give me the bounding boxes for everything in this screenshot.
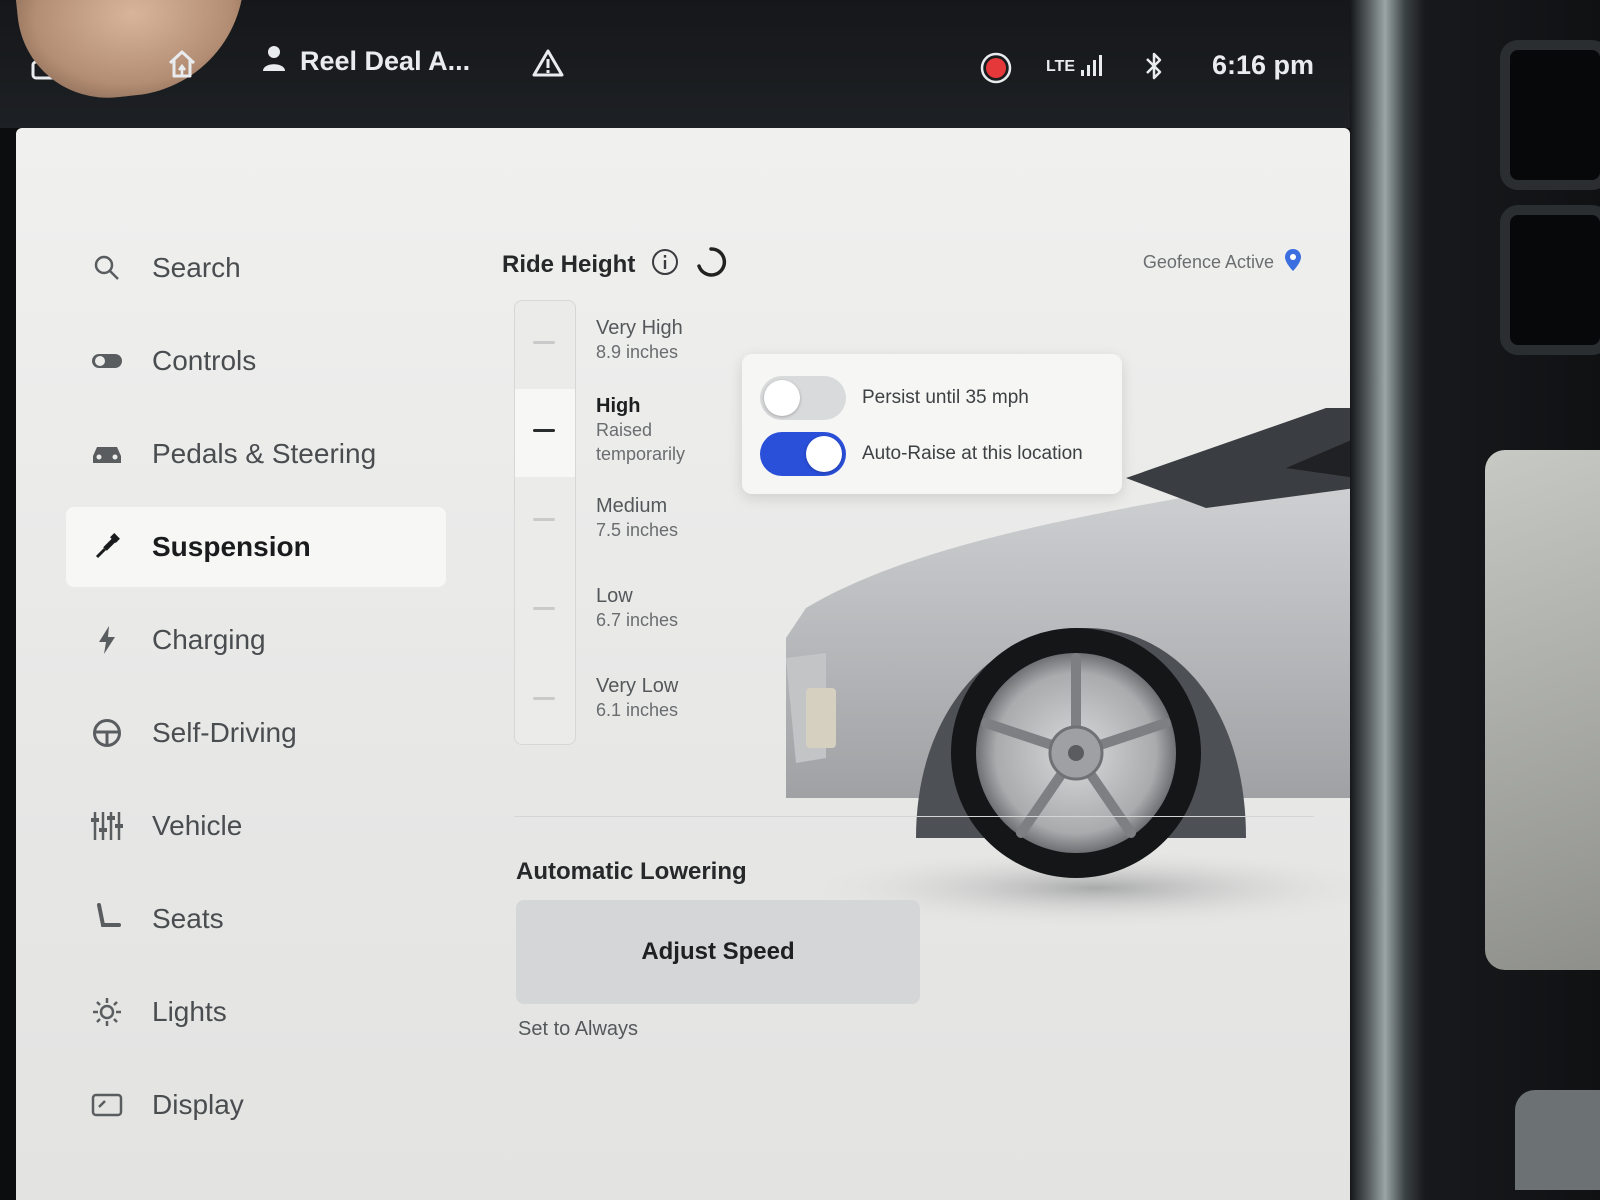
level-high[interactable]: High Raised temporarily (596, 394, 685, 466)
sidebar-item-label: Lights (152, 996, 227, 1027)
toggle-icon (90, 344, 124, 378)
finger-occlusion (14, 0, 256, 107)
level-name: Low (596, 585, 633, 607)
level-tick[interactable] (533, 697, 555, 700)
profile-name: Reel Deal A... (300, 46, 471, 76)
dashboard-trim (1350, 0, 1600, 1200)
level-name: Very Low (596, 675, 679, 697)
level-medium[interactable]: Medium 7.5 inches (596, 494, 678, 542)
sidebar-item-label: Display (152, 1089, 244, 1120)
sidebar-item-display[interactable]: Display (66, 1065, 446, 1145)
bolt-icon (90, 623, 124, 657)
sidebar-item-search[interactable]: Search (66, 228, 446, 308)
status-bar: Reel Deal A... LTE 6:16 pm (0, 0, 1350, 128)
location-pin-icon (1284, 248, 1302, 277)
persist-row[interactable]: Persist until 35 mph (760, 376, 1029, 420)
signal-bars-icon (1081, 52, 1107, 81)
geofence-status[interactable]: Geofence Active (1143, 248, 1302, 277)
level-name: Medium (596, 495, 668, 517)
auto-raise-label: Auto-Raise at this location (862, 443, 1083, 464)
info-icon[interactable] (651, 248, 679, 281)
display-icon (90, 1088, 124, 1122)
sidebar-item-seats[interactable]: Seats (66, 879, 446, 959)
sidebar-item-charging[interactable]: Charging (66, 600, 446, 680)
person-icon (262, 44, 286, 79)
auto-raise-toggle[interactable] (760, 432, 846, 476)
level-detail: 6.7 inches (596, 610, 679, 630)
bluetooth-icon[interactable] (1144, 50, 1164, 82)
sidebar-item-self-driving[interactable]: Self-Driving (66, 693, 446, 773)
sidebar-item-label: Vehicle (152, 810, 243, 841)
level-tick[interactable] (533, 341, 555, 344)
suspension-icon (90, 530, 124, 564)
level-detail: 7.5 inches (596, 520, 679, 540)
steering-wheel-icon (90, 716, 124, 750)
automatic-lowering-title: Automatic Lowering (516, 858, 747, 885)
ride-height-slider[interactable] (514, 300, 576, 745)
warning-icon[interactable] (532, 48, 564, 78)
dashboard-panel (1485, 450, 1600, 970)
level-detail: temporarily (596, 444, 686, 464)
height-options-popover: Persist until 35 mph Auto-Raise at this … (742, 354, 1122, 494)
level-name: Very High (596, 317, 683, 339)
sidebar-item-label: Self-Driving (152, 717, 297, 748)
level-very-low[interactable]: Very Low 6.1 inches (596, 674, 678, 722)
sidebar-item-lights[interactable]: Lights (66, 972, 446, 1052)
persist-label: Persist until 35 mph (862, 387, 1029, 408)
sidebar-item-vehicle[interactable]: Vehicle (66, 786, 446, 866)
sidebar-item-controls[interactable]: Controls (66, 321, 446, 401)
level-tick-selected[interactable] (533, 429, 555, 432)
settings-sidebar: Search Controls Pedals & Steering Suspen… (66, 228, 446, 1158)
car-icon (90, 437, 124, 471)
sidebar-item-label: Search (152, 252, 241, 283)
persist-toggle[interactable] (760, 376, 846, 420)
sun-icon (90, 995, 124, 1029)
air-vent (1500, 205, 1600, 355)
settings-screen: Search Controls Pedals & Steering Suspen… (16, 128, 1350, 1200)
geofence-label: Geofence Active (1142, 252, 1274, 272)
level-detail: Raised (596, 420, 653, 440)
section-divider (514, 816, 1314, 817)
auto-raise-row[interactable]: Auto-Raise at this location (760, 432, 1083, 476)
sidebar-item-label: Pedals & Steering (152, 438, 377, 469)
automatic-lowering-subtitle: Set to Always (518, 1018, 639, 1040)
level-name: High (596, 395, 641, 417)
dashcam-record-icon[interactable] (980, 52, 1012, 84)
level-tick[interactable] (533, 518, 555, 521)
search-icon (90, 251, 124, 285)
ride-height-header: Ride Height (502, 246, 727, 283)
ride-height-title: Ride Height (502, 250, 636, 278)
sidebar-item-label: Seats (152, 903, 224, 934)
toggle-knob (764, 380, 800, 416)
level-tick[interactable] (533, 607, 555, 610)
loading-spinner-icon (695, 246, 727, 283)
sidebar-item-label: Suspension (152, 531, 311, 562)
sidebar-item-suspension[interactable]: Suspension (66, 507, 446, 587)
driver-profile[interactable]: Reel Deal A... (262, 44, 470, 79)
sidebar-item-label: Controls (152, 345, 257, 376)
clock: 6:16 pm (1212, 50, 1315, 80)
toggle-knob (806, 436, 842, 472)
sidebar-item-pedals-steering[interactable]: Pedals & Steering (66, 414, 446, 494)
air-vent (1500, 40, 1600, 190)
level-detail: 8.9 inches (596, 342, 679, 362)
network-label: LTE (1046, 57, 1076, 75)
cellular-status: LTE (1046, 52, 1107, 81)
level-low[interactable]: Low 6.7 inches (596, 584, 678, 632)
sidebar-item-label: Charging (152, 624, 266, 655)
level-detail: 6.1 inches (596, 700, 679, 720)
dashboard-control (1515, 1090, 1600, 1190)
sliders-icon (90, 809, 124, 843)
adjust-speed-button[interactable]: Adjust Speed (516, 900, 920, 1004)
seat-icon (90, 902, 124, 936)
home-link-icon[interactable] (166, 48, 198, 80)
level-very-high[interactable]: Very High 8.9 inches (596, 316, 683, 364)
selected-level-highlight (515, 389, 575, 477)
